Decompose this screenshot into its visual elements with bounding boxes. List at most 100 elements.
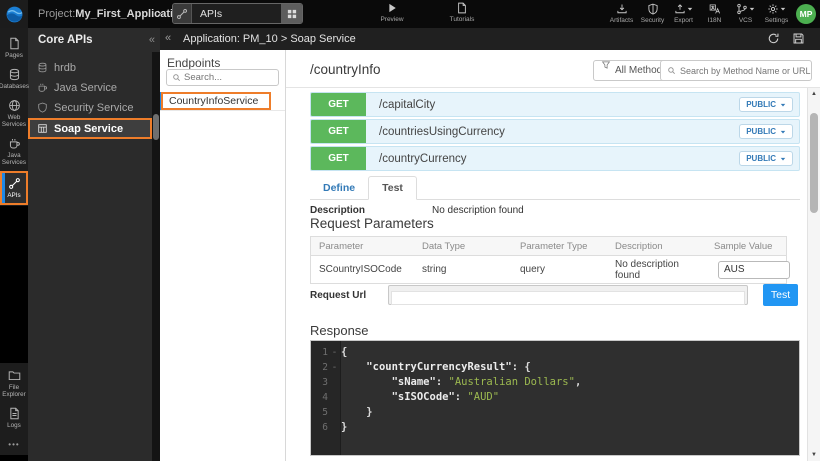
endpoint-row[interactable]: GET/capitalCity PUBLIC [310, 92, 800, 117]
wavemaker-logo-icon [5, 5, 24, 24]
left-icon-sidebar: Pages DatabasesWeb Services Java Services A… [0, 28, 28, 461]
menu-security[interactable]: Security [637, 2, 668, 24]
cell-sample-value [706, 261, 790, 279]
menu-settings[interactable]: Settings [761, 2, 792, 24]
endpoint-path: /countriesUsingCurrency [379, 126, 505, 138]
access-button[interactable]: PUBLIC [739, 97, 793, 112]
caret-down-icon [779, 156, 786, 162]
code-text: { [341, 345, 347, 360]
request-url-label: Request Url [310, 290, 366, 301]
menu-export[interactable]: Export [668, 2, 699, 24]
endpoint-item-label: CountryInfoService [169, 95, 258, 107]
cell-parameter: SCountryISOCode [311, 264, 414, 275]
method-badge[interactable]: GET [311, 93, 366, 116]
request-parameters-title: Request Parameters [310, 216, 434, 231]
method-badge[interactable]: GET [311, 147, 366, 170]
response-code-editor[interactable]: 1-{2- "countryCurrencyResult": {3 "sName… [310, 340, 800, 456]
endpoints-search-input[interactable] [184, 72, 264, 83]
sidebar-item-apis[interactable]: APIs [0, 171, 28, 205]
method-search-input[interactable] [680, 66, 811, 76]
grid-icon[interactable] [281, 4, 302, 23]
sidebar-item-logs[interactable]: Logs [0, 403, 28, 433]
tab-apis[interactable]: APIs [172, 3, 303, 24]
search-icon [667, 66, 676, 75]
tab-define[interactable]: Define [310, 177, 368, 199]
sidebar-item-label: Logs [7, 422, 21, 429]
settings-icon [767, 3, 779, 15]
access-button[interactable]: PUBLIC [739, 151, 793, 166]
test-button[interactable]: Test [763, 284, 798, 306]
tutorials-icon [456, 2, 468, 14]
core-panel-scrollbar[interactable] [152, 52, 160, 461]
databases-icon [8, 68, 21, 81]
fold-marker[interactable]: - [328, 345, 341, 360]
refresh-icon [767, 32, 780, 45]
method-badge[interactable]: GET [311, 120, 366, 143]
menu-artifacts[interactable]: Artifacts [606, 2, 637, 24]
caret-down-icon [686, 6, 693, 12]
endpoint-path: /capitalCity [379, 99, 435, 111]
more-menu-icon[interactable]: ••• [0, 434, 28, 455]
preview-button[interactable]: Preview [368, 2, 416, 23]
service-path-title: /countryInfo [310, 62, 381, 77]
fold-spacer [328, 375, 341, 390]
refresh-button[interactable] [767, 32, 780, 45]
sample-value-input[interactable] [718, 261, 790, 279]
app-logo[interactable] [0, 0, 28, 28]
scroll-up-icon[interactable]: ▲ [808, 91, 820, 97]
api-icon [176, 8, 188, 20]
tab-test[interactable]: Test [368, 176, 417, 200]
menu-item-label: Export [674, 17, 693, 24]
collapse-panel-icon[interactable]: « [149, 34, 155, 46]
scrollbar-thumb[interactable] [153, 114, 159, 140]
active-indicator [2, 173, 5, 203]
java-icon [37, 82, 48, 93]
menu-item-label: Artifacts [610, 17, 633, 24]
apis-icon [8, 177, 21, 190]
access-button[interactable]: PUBLIC [739, 124, 793, 139]
content-scrollbar[interactable]: ▲ ▼ [807, 88, 820, 461]
menu-vcs[interactable]: VCS [730, 2, 761, 24]
topbar-menu: Artifacts Security Export I18NVCS Settings [606, 2, 792, 24]
endpoint-row[interactable]: GET/countriesUsingCurrency PUBLIC [310, 119, 800, 144]
search-icon [172, 73, 181, 82]
line-number: 2 [311, 360, 328, 375]
scroll-down-icon[interactable]: ▼ [808, 452, 820, 458]
core-api-label: hrdb [54, 62, 76, 74]
file-explorer-icon [8, 369, 21, 382]
pages-icon [8, 37, 21, 50]
caret-down-icon [779, 6, 786, 12]
sidebar-item-label: Java Services [0, 152, 28, 166]
fold-marker[interactable]: - [328, 360, 341, 375]
core-api-soap-service[interactable]: Soap Service [28, 118, 152, 139]
sidebar-item-pages[interactable]: Pages [0, 33, 28, 63]
core-apis-panel: Core APIs « hrdb Java ServiceSecurity Ser… [28, 28, 160, 461]
sidebar-item-databases[interactable]: Databases [0, 64, 28, 94]
tutorials-button[interactable]: Tutorials [438, 2, 486, 23]
menu-i18n[interactable]: I18N [699, 2, 730, 24]
sidebar-item-file-explorer[interactable]: File Explorer [0, 365, 28, 402]
endpoint-item-countryinfoservice[interactable]: CountryInfoService [160, 92, 285, 111]
menu-item-label: Settings [765, 17, 789, 24]
scrollbar-thumb[interactable] [810, 113, 818, 213]
selected-indicator [160, 92, 163, 110]
project-breadcrumb[interactable]: Project:My_First_Application [38, 8, 187, 20]
avatar[interactable]: MP [796, 4, 816, 24]
sidebar-item-web-services[interactable]: Web Services [0, 95, 28, 132]
endpoint-row[interactable]: GET/countryCurrencyPUBLIC [310, 146, 800, 171]
endpoints-search [166, 69, 279, 86]
sidebar-item-java-services[interactable]: Java Services [0, 133, 28, 170]
request-url-input[interactable] [391, 291, 745, 305]
core-apis-title: Core APIs [38, 34, 149, 46]
endpoints-panel: Endpoints CountryInfoService [160, 50, 286, 461]
soap-icon [37, 123, 48, 134]
core-api-security-service[interactable]: Security Service [28, 98, 152, 117]
core-api-java-service[interactable]: Java Service [28, 78, 152, 97]
save-button[interactable] [792, 32, 805, 45]
collapse-endpoints-icon[interactable]: « [165, 32, 171, 44]
line-number: 1 [311, 345, 328, 360]
sidebar-item-label: Pages [5, 52, 23, 59]
app-root: Project:My_First_Application › APIs Prev… [0, 0, 820, 461]
vcs-icon [736, 3, 748, 15]
core-api-hrdb[interactable]: hrdb [28, 58, 152, 77]
